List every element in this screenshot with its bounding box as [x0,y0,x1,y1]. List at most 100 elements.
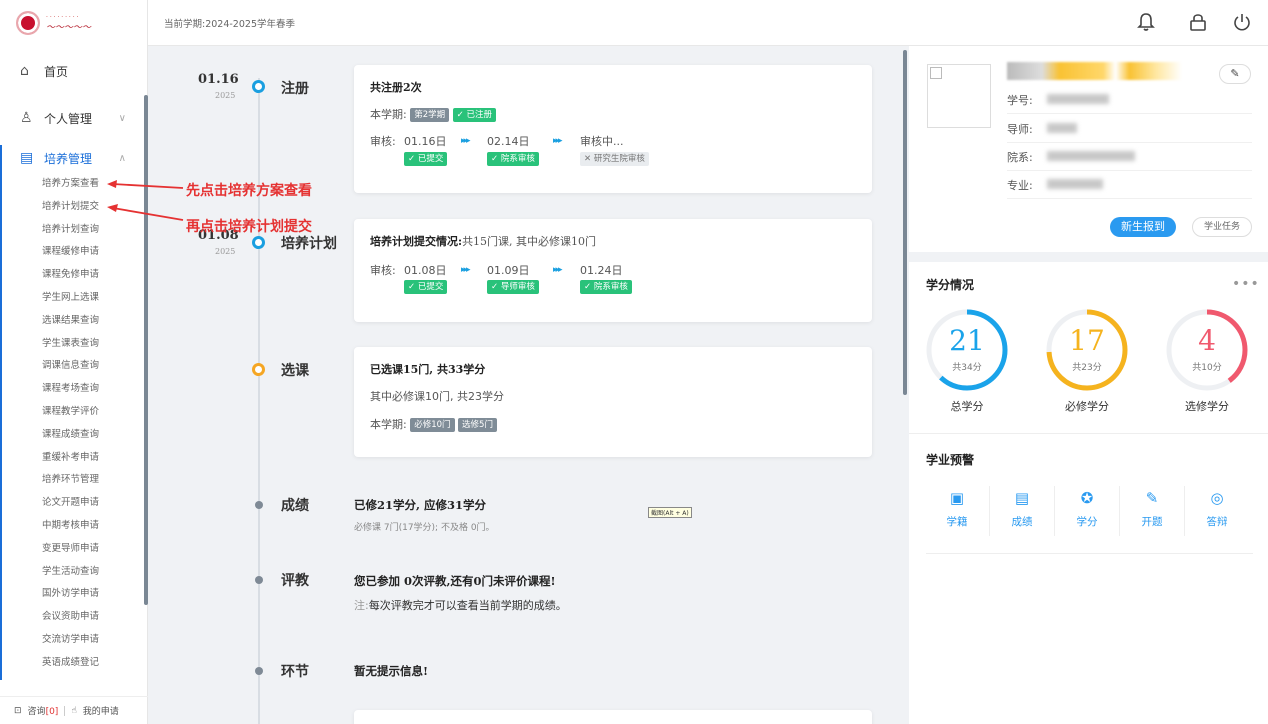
nav-personal[interactable]: ♙ 个人管理 ∨ [0,107,148,129]
subnav-item[interactable]: 培养环节管理 [42,472,99,495]
step-arrow-icon: ▸▸▸ [553,136,562,146]
timeline-node [252,363,265,376]
warning-item-score[interactable]: ▤ 成绩 [990,488,1054,529]
subnav-item[interactable]: 中期考核申请 [42,518,99,541]
review-label: 审核: [370,264,396,277]
subnav-item[interactable]: 会议资助申请 [42,609,99,632]
timeline-label-register: 注册 [281,81,309,97]
timeline-scrollbar[interactable] [903,50,907,395]
profile-panel: ✎ 学号: 导师: 院系: 专业: 新生报到 学业任务 学分情况 ••• 21 … [909,46,1268,724]
register-card: 共注册2次 本学期: 第2学期 ✓ 已注册 审核: 01.16日 ▸▸▸ 02.… [354,65,872,193]
edit-icon: ✎ [1145,489,1159,507]
review-label: 审核: [370,135,396,148]
subnav-item[interactable]: 课程缓修申请 [42,244,99,267]
subnav-item[interactable]: 课程考场查询 [42,381,99,404]
consult-link[interactable]: 咨询[0] [28,704,59,717]
power-icon[interactable] [1231,12,1253,34]
required-tag: 必修10门 [410,418,455,432]
subnav-item[interactable]: 选课结果查询 [42,313,99,336]
step-date: 审核中... [580,135,624,148]
subnav-item[interactable]: 学生课表查询 [42,336,99,359]
step-status-tag: ✓ 已提交 [404,280,448,294]
subnav-item[interactable]: 课程免修申请 [42,267,99,290]
more-icon[interactable]: ••• [1232,276,1260,292]
subnav-item[interactable]: 调课信息查询 [42,358,99,381]
subnav-item[interactable]: 课程成绩查询 [42,427,99,450]
subnav-item[interactable]: 交流访学申请 [42,632,99,655]
eval-title: 您已参加 0次评教,还有0门未评价课程! [354,574,556,588]
credits-title: 学分情况 [926,278,975,292]
step-status-tag: ✕ 研究生院审核 [580,152,649,166]
my-apply-link[interactable]: 我的申请 [83,704,119,717]
sidebar: · · · · · · · · · ～～～～～ ⌂ 首页 ♙ 个人管理 ∨ ▤ 培… [0,0,148,724]
annotation-step-2: 再点击培养计划提交 [186,219,312,235]
warning-item-credit[interactable]: ✪ 学分 [1055,488,1119,529]
plan-title: 培养计划提交情况:共15门课, 其中必修课10门 [370,235,597,248]
timeline-node [255,667,263,675]
university-wordmark: · · · · · · · · · ～～～～～ [46,14,92,33]
warning-item-defense[interactable]: ◎ 答辩 [1185,488,1249,529]
course-semester-row: 本学期: 必修10门 选修5门 [370,416,497,432]
lock-icon[interactable] [1187,12,1209,34]
step-status-tag: ✓ 已提交 [404,152,448,166]
blurred-value [1047,94,1109,104]
subnav-item[interactable]: 培养计划查询 [42,222,99,245]
student-name-blurred [1007,62,1182,80]
academic-task-button[interactable]: 学业任务 [1192,217,1252,237]
warning-item-status[interactable]: ▣ 学籍 [925,488,989,529]
annotation-arrows [107,180,184,221]
subnav-item[interactable]: 培养方案查看 [42,176,99,199]
score-sub: 必修课 7门(17学分); 不及格 0门。 [354,523,495,533]
step-status-tag: ✓ 导师审核 [487,280,539,294]
step-date: 01.09日 [487,264,530,277]
timeline-label-course: 选课 [281,363,309,379]
subnav-item[interactable]: 论文开题申请 [42,495,99,518]
subnav-item[interactable]: 学生活动查询 [42,564,99,587]
step-date: 02.14日 [487,135,530,148]
subnav-item[interactable]: 学生网上选课 [42,290,99,313]
warning-item-proposal[interactable]: ✎ 开题 [1120,488,1184,529]
blurred-value [1047,151,1135,161]
star-icon: ✪ [1080,489,1094,507]
subnav-item[interactable]: 英语成绩登记 [42,655,99,678]
step-arrow-icon: ▸▸▸ [461,265,470,275]
annotation-step-1: 先点击培养方案查看 [186,183,312,199]
subnav-item[interactable]: 课程教学评价 [42,404,99,427]
step-arrow-icon: ▸▸▸ [553,265,562,275]
subnav-item[interactable]: 国外访学申请 [42,586,99,609]
defense-icon: ◎ [1210,489,1224,507]
elective-tag: 选修5门 [458,418,497,432]
new-student-button[interactable]: 新生报到 [1110,217,1176,237]
credit-donut-required: 17 共23分 [1045,308,1129,392]
semester-tag: 第2学期 [410,108,450,122]
university-logo[interactable]: · · · · · · · · · ～～～～～ [0,0,147,46]
course-sub: 其中必修课10门, 共23学分 [370,390,504,403]
nav-home-label: 首页 [44,64,69,79]
timeline-label-link: 环节 [281,664,309,680]
register-semester-row: 本学期: 第2学期 ✓ 已注册 [370,106,496,122]
info-row-major: 专业: [1007,171,1252,199]
timeline-label-score: 成绩 [281,498,309,514]
next-card [354,710,872,724]
subnav-item[interactable]: 重缓补考申请 [42,450,99,473]
consult-icon: ⊡ [14,705,22,716]
info-row-student-id: 学号: [1007,86,1252,114]
chevron-up-icon: ∧ [118,152,126,164]
subnav-item[interactable]: 培养计划提交 [42,199,99,222]
blurred-value [1047,123,1077,133]
step-date: 01.16日 [404,135,447,148]
credit-donut-total: 21 共34分 [925,308,1009,392]
id-card-icon: ▣ [949,489,965,507]
edit-profile-button[interactable]: ✎ [1219,64,1251,84]
score-title: 已修21学分, 应修31学分 [354,498,487,512]
bell-icon[interactable] [1135,12,1157,34]
student-photo [927,64,991,128]
step-status-tag: ✓ 院系审核 [487,152,539,166]
timeline-node [255,501,263,509]
nav-training[interactable]: ▤ 培养管理 ∧ [0,147,148,169]
subnav-item[interactable]: 变更导师申请 [42,541,99,564]
nav-training-label: 培养管理 [44,151,93,166]
section-divider [926,553,1253,554]
timeline-node [252,80,265,93]
nav-home[interactable]: ⌂ 首页 [0,60,148,82]
